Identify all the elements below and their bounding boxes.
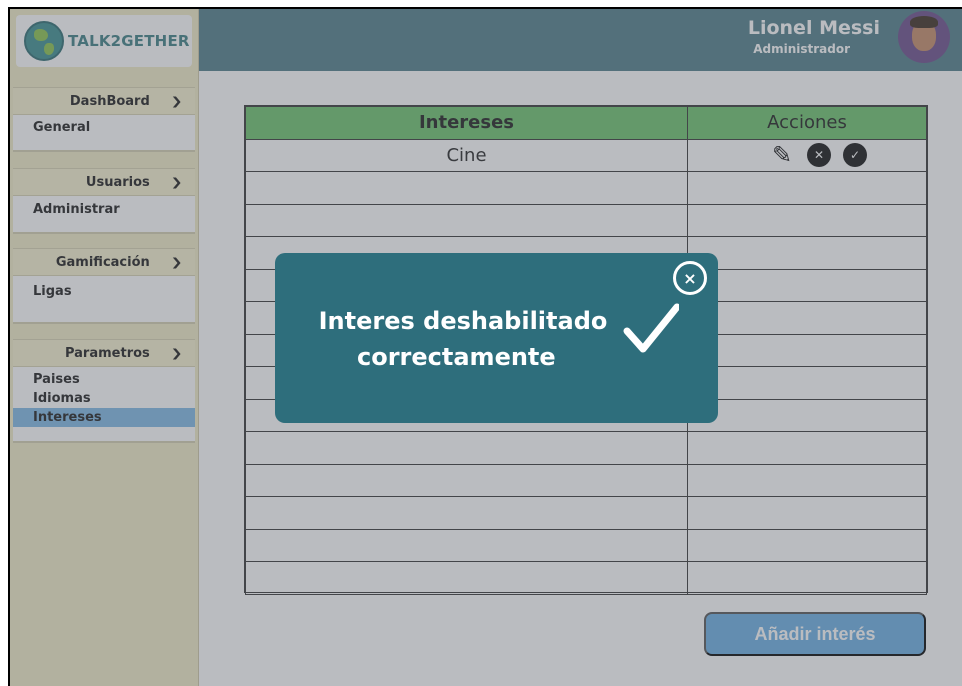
modal-message-line1: Interes deshabilitado — [318, 307, 608, 335]
success-modal: × Interes deshabilitado correctamente — [275, 253, 718, 423]
app-frame: TALK2GETHER DashBoard ❯ General Usuarios… — [8, 7, 962, 686]
close-icon[interactable]: × — [673, 261, 707, 295]
checkmark-icon — [623, 301, 681, 361]
modal-message: Interes deshabilitado correctamente — [313, 303, 613, 375]
modal-message-line2: correctamente — [357, 343, 556, 371]
